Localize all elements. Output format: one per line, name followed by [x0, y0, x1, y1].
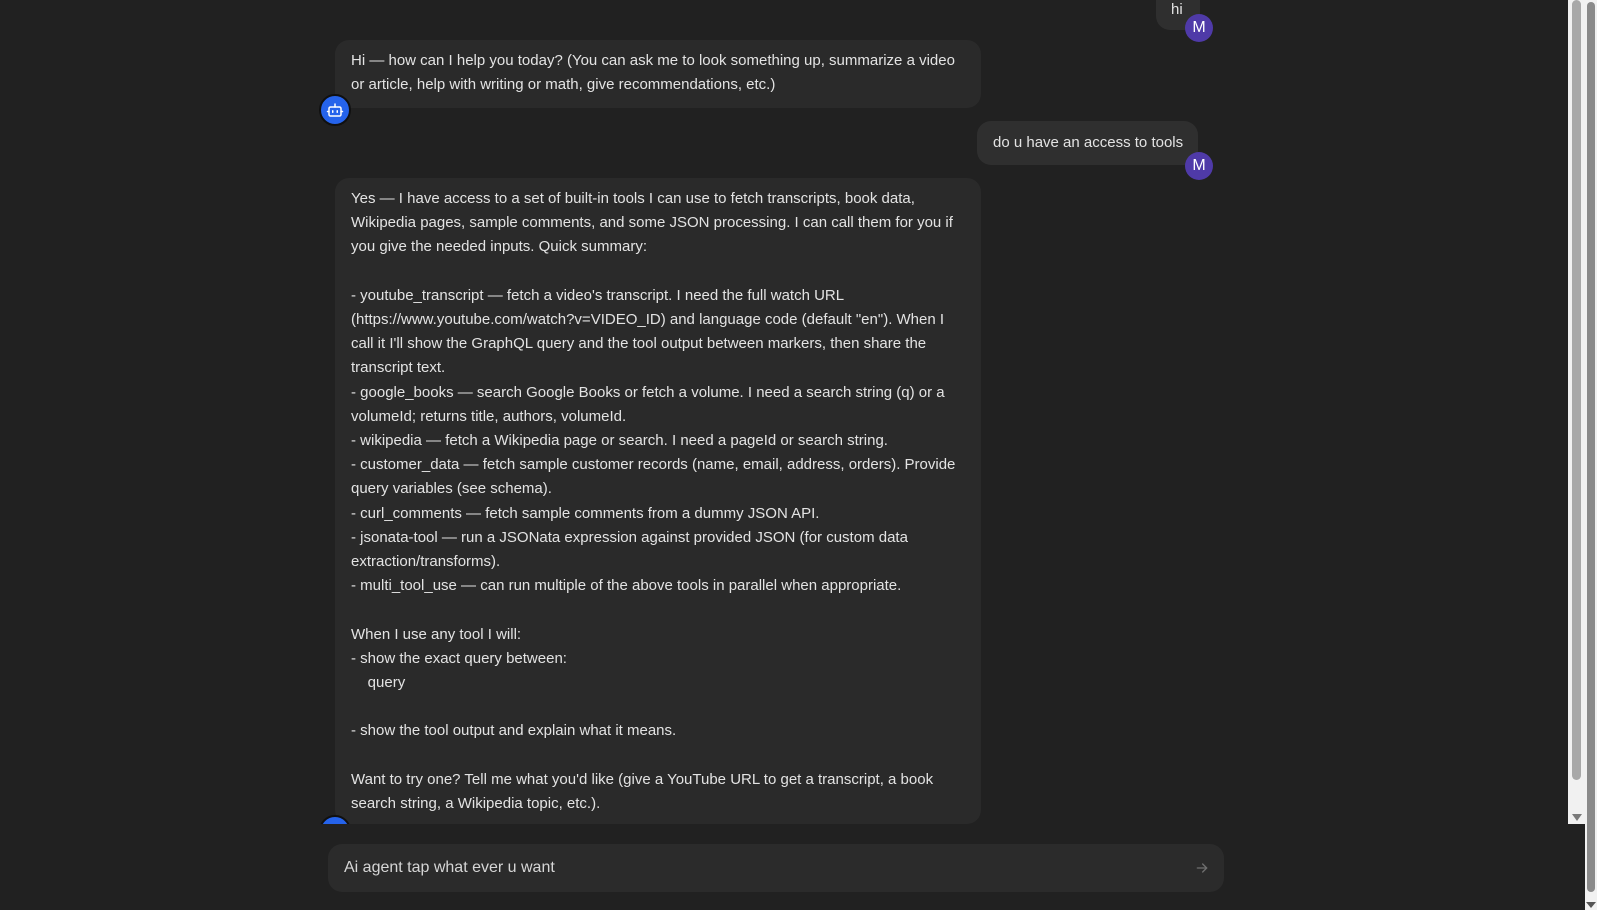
assistant-message: Hi — how can I help you today? (You can …	[335, 40, 981, 108]
message-line: or article, help with writing or math, g…	[351, 76, 776, 94]
user-message: do u have an access to tools	[977, 121, 1198, 165]
message-line	[351, 695, 965, 719]
message-line	[351, 260, 965, 284]
message-input[interactable]	[344, 844, 1164, 892]
assistant-avatar	[319, 94, 351, 126]
message-line: - show the exact query between:	[351, 649, 567, 667]
avatar-initial: M	[1192, 19, 1206, 36]
robot-icon	[326, 103, 344, 117]
message-line: - wikipedia — fetch a Wikipedia page or …	[351, 432, 888, 450]
message-line: Wikipedia pages, sample comments, and so…	[351, 214, 953, 232]
robot-icon	[326, 822, 344, 824]
message-line: - multi_tool_use — can run multiple of t…	[351, 577, 902, 595]
message-line: - curl_comments — fetch sample comments …	[351, 504, 820, 522]
scroll-down-arrow-icon[interactable]	[1572, 814, 1582, 821]
message-line: When I use any tool I will:	[351, 625, 522, 643]
send-button[interactable]	[1190, 856, 1214, 880]
message-line: query	[351, 674, 406, 692]
page-scrollbar[interactable]	[1585, 0, 1597, 910]
message-composer	[328, 844, 1224, 892]
chat-scrollbar-thumb[interactable]	[1572, 0, 1581, 780]
message-line: (https://www.youtube.com/watch?v=VIDEO_I…	[351, 311, 945, 328]
message-line	[351, 598, 965, 622]
message-line: Hi — how can I help you today? (You can …	[351, 52, 955, 69]
chat-scrollbar[interactable]	[1568, 0, 1585, 824]
page-scrollbar-thumb[interactable]	[1587, 2, 1595, 892]
message-line: volumeId; returns title, authors, volume…	[351, 407, 627, 425]
arrow-right-icon	[1196, 863, 1208, 873]
message-line: Yes — I have access to a set of built-in…	[351, 190, 915, 207]
avatar-initial: M	[1192, 157, 1206, 174]
message-line: search string, a Wikipedia topic, etc.).	[351, 795, 601, 813]
message-line: - jsonata-tool — run a JSONata expressio…	[351, 528, 908, 546]
message-line: - show the tool output and explain what …	[351, 722, 677, 740]
user-avatar: M	[1185, 14, 1213, 42]
message-line: do u have an access to tools	[993, 134, 1184, 151]
message-line: - google_books — search Google Books or …	[351, 383, 945, 401]
page-scroll-down-arrow-icon[interactable]	[1586, 902, 1596, 908]
message-line: - customer_data — fetch sample customer …	[351, 456, 956, 474]
message-list[interactable]: hi M Hi — how can I help you today? (You…	[0, 0, 1568, 824]
message-line: you give the needed inputs. Quick summar…	[351, 238, 647, 256]
message-line: Want to try one? Tell me what you'd like…	[351, 770, 934, 788]
message-line: extraction/transforms).	[351, 553, 501, 571]
message-line: transcript text.	[351, 359, 446, 377]
assistant-message: Yes — I have access to a set of built-in…	[335, 178, 981, 824]
message-line: query variables (see schema).	[351, 480, 552, 498]
message-line: - youtube_transcript — fetch a video's t…	[351, 286, 845, 304]
message-line	[351, 744, 965, 768]
user-avatar: M	[1185, 152, 1213, 180]
message-line: call it I'll show the GraphQL query and …	[351, 335, 927, 353]
chat-page: hi M Hi — how can I help you today? (You…	[0, 0, 1597, 910]
